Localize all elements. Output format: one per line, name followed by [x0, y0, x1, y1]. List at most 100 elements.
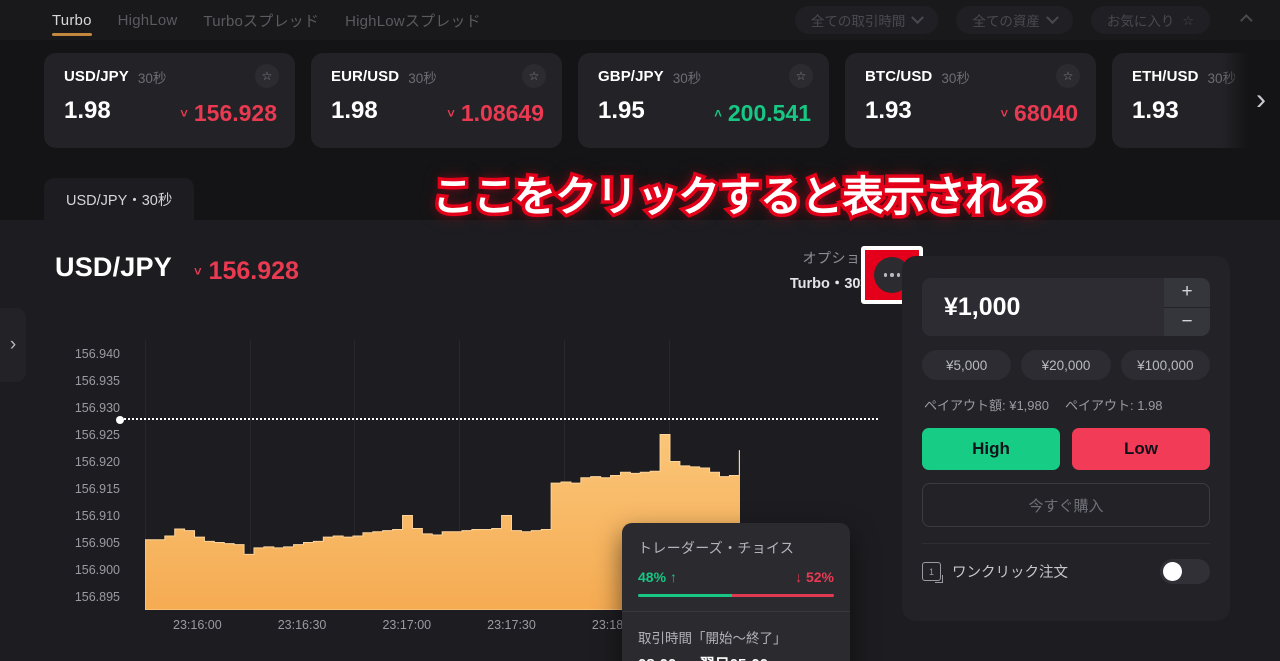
x-axis-tick: 23:16:30: [277, 618, 327, 632]
filter-trading-time[interactable]: 全ての取引時間: [794, 6, 939, 34]
y-axis-tick: 156.900: [74, 562, 120, 577]
option-context-menu: トレーダーズ・チョイス 48% ↑ ↓ 52% 取引時間「開始〜終了」: [622, 523, 850, 661]
amount-input-group: ¥1,000 + −: [922, 278, 1210, 336]
star-icon[interactable]: ☆: [255, 63, 279, 88]
asset-price-value: 1.08649: [460, 99, 544, 126]
asset-payout: 1.93: [865, 96, 912, 124]
asset-duration: 30秒: [408, 70, 437, 86]
tab-turbo-spread-label: Turboスプレッド: [203, 12, 320, 30]
chart-tab-usdjpy[interactable]: USD/JPY・30秒: [44, 178, 195, 220]
asset-card[interactable]: USD/JPY 30秒 ☆ 1.98 ˅ 156.928: [44, 52, 295, 148]
payout-info: ペイアウト額: ¥1,980 ペイアウト: 1.98: [922, 395, 1210, 414]
asset-card-body: 1.98 ˅ 1.08649: [331, 97, 544, 127]
asset-payout: 1.98: [331, 96, 378, 124]
traders-choice-bar-down: [732, 594, 834, 597]
y-axis-tick: 156.905: [74, 535, 120, 550]
arrow-up-icon: ↑: [669, 569, 677, 585]
tab-highlow-spread[interactable]: HighLowスプレッド: [345, 0, 481, 40]
asset-price-value: 68040: [1014, 99, 1078, 126]
chevron-down-icon: [1045, 10, 1059, 24]
star-icon[interactable]: ☆: [1056, 63, 1080, 88]
y-axis-tick: 156.895: [74, 589, 120, 604]
asset-card-list: USD/JPY 30秒 ☆ 1.98 ˅ 156.928 EUR/USD 30秒 ☆ 1.98 ˅ 1…: [0, 40, 1280, 160]
amount-increase-button[interactable]: +: [1164, 278, 1210, 307]
y-axis-tick: 156.915: [74, 481, 120, 496]
app-root: Turbo HighLow Turboスプレッド HighLowスプレッド 全て…: [0, 0, 1280, 661]
asset-symbol: EUR/USD: [331, 68, 400, 85]
asset-card[interactable]: BTC/USD 30秒 ☆ 1.93 ˅ 68040: [845, 52, 1096, 148]
asset-price: ˅ 1.08649: [447, 100, 544, 127]
collapse-panel-button[interactable]: [1228, 6, 1258, 34]
buy-now-button[interactable]: 今すぐ購入: [922, 483, 1210, 527]
chart-y-axis: 156.940 156.935 156.930 156.925 156.920 156.9…: [52, 340, 120, 610]
down-percent-value: 52%: [805, 569, 834, 585]
y-axis-tick: 156.940: [74, 346, 120, 361]
asset-card[interactable]: GBP/JPY 30秒 ☆ 1.95 ˄ 200.541: [578, 52, 829, 148]
asset-cards-next-button[interactable]: ›: [1222, 40, 1280, 160]
asset-price: ˅ 156.928: [180, 100, 277, 127]
star-icon[interactable]: ☆: [789, 63, 813, 88]
tab-highlow-spread-label: HighLowスプレッド: [345, 12, 481, 30]
tab-highlow[interactable]: HighLow: [118, 0, 178, 40]
filter-assets[interactable]: 全ての資産: [956, 6, 1073, 34]
price-direction-icon: ˅: [193, 264, 202, 279]
arrow-down-icon: ↓: [795, 569, 803, 585]
asset-card-body: 1.98 ˅ 156.928: [64, 97, 277, 127]
product-tabs: Turbo HighLow Turboスプレッド HighLowスプレッド: [52, 0, 481, 40]
asset-card-body: 1.95 ˄ 200.541: [598, 97, 811, 127]
asset-price-value: 200.541: [727, 99, 811, 126]
current-price-marker: [116, 416, 124, 425]
traders-choice-bar-up: [638, 594, 733, 597]
high-button[interactable]: High: [922, 428, 1060, 470]
asset-card-header: USD/JPY 30秒: [64, 67, 277, 87]
traders-choice-title: トレーダーズ・チョイス: [638, 540, 795, 556]
price-direction-icon: ˅: [180, 105, 188, 121]
traders-choice-section: トレーダーズ・チョイス 48% ↑ ↓ 52%: [622, 523, 850, 611]
asset-price: ˄ 200.541: [714, 100, 811, 127]
trade-ticket-panel: ¥1,000 + − ¥5,000 ¥20,000 ¥100,000 ペイアウト…: [902, 256, 1230, 621]
tab-turbo-spread[interactable]: Turboスプレッド: [203, 0, 319, 40]
chart-panel: › USD/JPY ˅ 156.928 オプション Turbo・30秒 156.…: [0, 220, 1280, 661]
asset-card-header: GBP/JPY 30秒: [598, 67, 811, 87]
oneclick-order-row: 1 ワンクリック注文: [922, 559, 1210, 584]
current-price-line: [116, 416, 878, 425]
price-direction-icon: ˄: [714, 105, 722, 121]
star-icon[interactable]: ☆: [522, 63, 546, 88]
tab-highlow-label: HighLow: [117, 11, 178, 29]
asset-symbol: GBP/JPY: [598, 68, 664, 85]
oneclick-label: ワンクリック注文: [952, 565, 1068, 581]
chevron-up-icon: [1239, 13, 1253, 27]
low-button[interactable]: Low: [1072, 428, 1210, 470]
asset-card-header: BTC/USD 30秒: [865, 67, 1078, 87]
amount-input[interactable]: ¥1,000: [922, 278, 1164, 336]
asset-card-header: EUR/USD 30秒: [331, 67, 544, 87]
asset-symbol: USD/JPY: [64, 68, 129, 85]
tab-turbo[interactable]: Turbo: [52, 0, 92, 40]
trading-hours-label: 取引時間「開始〜終了」: [638, 631, 787, 646]
toggle-knob: [1163, 562, 1182, 581]
quick-amount-1[interactable]: ¥5,000: [922, 350, 1012, 380]
y-axis-tick: 156.920: [74, 454, 120, 469]
payout-rate: ペイアウト: 1.98: [1065, 398, 1163, 413]
asset-duration: 30秒: [672, 70, 702, 86]
asset-duration: 30秒: [137, 70, 167, 86]
y-axis-tick: 156.935: [74, 373, 120, 388]
traders-choice-up: 48% ↑: [638, 569, 677, 585]
filter-assets-label: 全ての資産: [972, 14, 1040, 29]
ellipsis-icon: [896, 273, 901, 277]
quick-amount-3[interactable]: ¥100,000: [1120, 350, 1210, 380]
asset-card[interactable]: EUR/USD 30秒 ☆ 1.98 ˅ 1.08649: [311, 52, 562, 148]
quick-amount-2[interactable]: ¥20,000: [1021, 350, 1111, 380]
up-percent-value: 48%: [638, 569, 667, 585]
asset-card-body: 1.93 ˅ 68040: [865, 97, 1078, 127]
oneclick-toggle[interactable]: [1160, 559, 1210, 584]
y-axis-tick: 156.925: [74, 427, 120, 442]
chevron-right-icon: ›: [1256, 83, 1266, 116]
asset-symbol: ETH/USD: [1132, 68, 1199, 85]
amount-decrease-button[interactable]: −: [1164, 306, 1210, 336]
chart-symbol: USD/JPY: [55, 252, 172, 282]
asset-payout: 1.95: [598, 96, 645, 124]
star-icon: ☆: [1182, 12, 1194, 28]
asset-price: ˅ 68040: [1000, 100, 1078, 127]
filter-favorites[interactable]: お気に入り ☆: [1090, 6, 1210, 34]
